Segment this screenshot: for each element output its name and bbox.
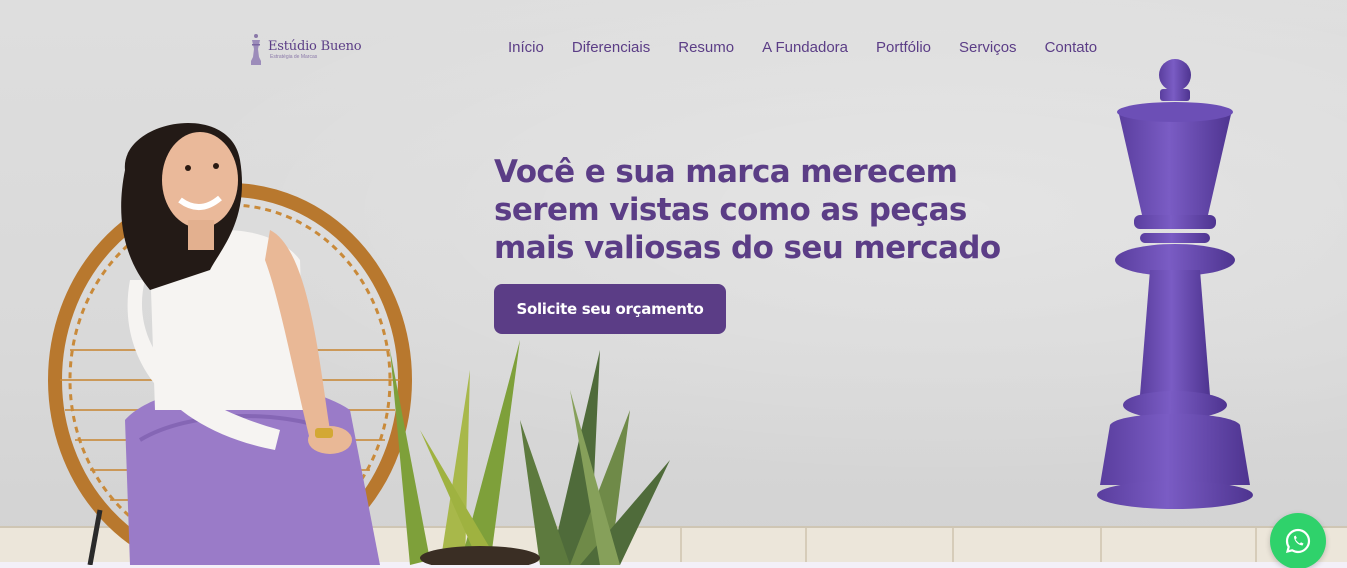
chess-queen-logo-icon bbox=[251, 34, 261, 65]
brand-tagline: Estratégia de Marcas bbox=[270, 54, 318, 60]
request-quote-button[interactable]: Solicite seu orçamento bbox=[494, 284, 726, 334]
nav-item-servicos[interactable]: Serviços bbox=[959, 39, 1017, 57]
tile-joint bbox=[1100, 528, 1102, 562]
brand-logo[interactable]: Estúdio Bueno Estratégia de Marcas bbox=[248, 33, 362, 67]
plant-decoration bbox=[390, 340, 670, 565]
nav-item-resumo[interactable]: Resumo bbox=[678, 39, 734, 57]
nav-item-inicio[interactable]: Início bbox=[508, 39, 544, 57]
brand-text: Estúdio Bueno Estratégia de Marcas bbox=[268, 39, 362, 61]
nav-item-a-fundadora[interactable]: A Fundadora bbox=[762, 39, 848, 57]
whatsapp-icon bbox=[1285, 528, 1311, 554]
nav-item-diferenciais[interactable]: Diferenciais bbox=[572, 39, 650, 57]
main-nav: Início Diferenciais Resumo A Fundadora P… bbox=[508, 39, 1125, 57]
whatsapp-button[interactable] bbox=[1270, 513, 1326, 568]
tile-joint bbox=[805, 528, 807, 562]
nav-item-portfolio[interactable]: Portfólio bbox=[876, 39, 931, 57]
tile-joint bbox=[952, 528, 954, 562]
tile-joint bbox=[1255, 528, 1257, 562]
chess-queen-image bbox=[1097, 59, 1253, 509]
hero-section: Estúdio Bueno Estratégia de Marcas Iníci… bbox=[0, 0, 1347, 568]
brand-name: Estúdio Bueno bbox=[268, 39, 362, 54]
hero-headline: Você e sua marca merecem serem vistas co… bbox=[494, 154, 1001, 266]
